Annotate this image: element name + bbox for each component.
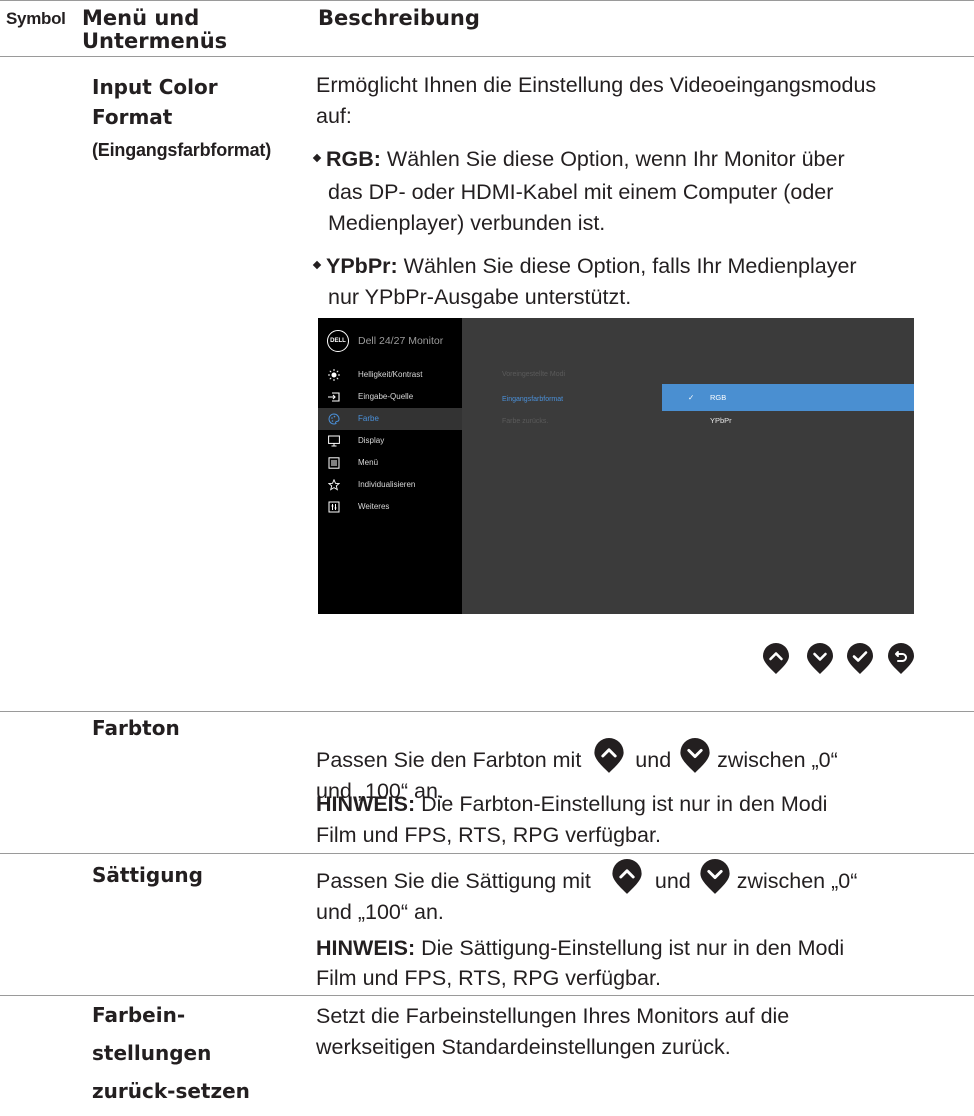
input-color-subtitle: (Eingangsfarbformat) bbox=[92, 140, 272, 160]
up-button-icon bbox=[612, 859, 642, 895]
osd-item-label: Individualisieren bbox=[358, 480, 416, 489]
saturation-title: Sättigung bbox=[92, 863, 203, 887]
display-icon bbox=[328, 435, 340, 447]
osd-item-label: Farbe bbox=[358, 414, 379, 423]
osd-model-name: Dell 24/27 Monitor bbox=[358, 335, 444, 347]
header-description: Beschreibung bbox=[318, 6, 480, 30]
header-menu-line1: Menü und bbox=[82, 6, 200, 30]
input-color-rule bbox=[0, 711, 974, 712]
bullet-icon bbox=[312, 261, 322, 270]
saturation-text-part1: Passen Sie die Sättigung mit bbox=[316, 869, 591, 893]
osd-item-label: Helligkeit/Kontrast bbox=[358, 370, 423, 379]
osd-screenshot: DELL Dell 24/27 Monitor Helligkeit/Kontr… bbox=[318, 318, 914, 614]
input-source-icon bbox=[328, 392, 340, 402]
osd-item-label: Eingabe-Quelle bbox=[358, 392, 414, 401]
hue-text-part3: zwischen „0“ bbox=[717, 748, 838, 772]
rgb-text-line2: das DP- oder HDMI-Kabel mit einem Comput… bbox=[328, 180, 834, 204]
hue-note-text: Die Farbton-Einstellung ist nur in den M… bbox=[415, 792, 828, 816]
rgb-text-line1: Wählen Sie diese Option, wenn Ihr Monito… bbox=[380, 147, 845, 171]
osd-item-brightness[interactable]: Helligkeit/Kontrast bbox=[318, 364, 462, 386]
rgb-text-line3: Medienplayer) verbunden ist. bbox=[328, 211, 606, 235]
osd-sub-input-color-format[interactable]: Eingangsfarbformat bbox=[502, 396, 563, 403]
reset-title-line1: Farbein- bbox=[92, 1003, 186, 1027]
osd-item-color[interactable]: Farbe bbox=[318, 408, 462, 430]
hue-note-line2: Film und FPS, RTS, RPG verfügbar. bbox=[316, 823, 661, 847]
osd-option-label: YPbPr bbox=[710, 416, 732, 425]
reset-title-line2: stellungen bbox=[92, 1041, 212, 1065]
up-button-icon bbox=[594, 738, 624, 774]
bullet-icon bbox=[312, 154, 322, 163]
saturation-text-part3: zwischen „0“ bbox=[736, 869, 858, 893]
osd-option-ypbpr[interactable]: YPbPr bbox=[662, 407, 914, 434]
hue-text-line1: Passen Sie den Farbton mit und zwischen … bbox=[316, 738, 838, 776]
saturation-note-text: Die Sättigung-Einstellung ist nur in den… bbox=[415, 936, 845, 960]
ypbpr-text-line1: Wählen Sie diese Option, falls Ihr Medie… bbox=[397, 254, 857, 278]
reset-desc-line2: werkseitigen Standardeinstellungen zurüc… bbox=[316, 1035, 731, 1059]
rgb-term: RGB: bbox=[326, 147, 381, 171]
hue-rule bbox=[0, 853, 974, 854]
reset-title-line3: zurück-setzen bbox=[92, 1079, 250, 1103]
header-rule bbox=[0, 56, 974, 57]
osd-sub-preset-modes[interactable]: Voreingestellte Modi bbox=[502, 371, 565, 378]
dell-logo: DELL bbox=[327, 330, 349, 352]
ypbpr-term: YPbPr: bbox=[326, 254, 398, 278]
brightness-icon bbox=[328, 369, 340, 381]
input-color-title-line2: Format bbox=[92, 105, 173, 129]
osd-item-menu[interactable]: Menü bbox=[318, 452, 462, 474]
saturation-note-line2: Film und FPS, RTS, RPG verfügbar. bbox=[316, 966, 661, 990]
top-rule bbox=[0, 0, 974, 1]
header-symbol: Symbol bbox=[6, 9, 66, 28]
input-color-intro-line2: auf: bbox=[316, 104, 352, 128]
osd-item-others[interactable]: Weiteres bbox=[318, 496, 462, 518]
star-icon bbox=[328, 479, 340, 491]
input-color-title-line1: Input Color bbox=[92, 75, 218, 99]
osd-item-personalize[interactable]: Individualisieren bbox=[318, 474, 462, 496]
input-color-intro-line1: Ermöglicht Ihnen die Einstellung des Vid… bbox=[316, 73, 877, 97]
osd-item-label: Display bbox=[358, 436, 385, 445]
saturation-rule bbox=[0, 995, 974, 996]
osd-item-display[interactable]: Display bbox=[318, 430, 462, 452]
osd-item-label: Weiteres bbox=[358, 502, 390, 511]
ypbpr-text-line2: nur YPbPr-Ausgabe unterstützt. bbox=[328, 285, 632, 309]
hue-text-part2: und bbox=[635, 748, 672, 772]
check-button-icon bbox=[847, 643, 873, 674]
hue-title: Farbton bbox=[92, 716, 180, 740]
saturation-text-line1: Passen Sie die Sättigung mit und zwische… bbox=[316, 859, 858, 897]
down-button-icon bbox=[807, 643, 833, 674]
back-button-icon bbox=[888, 643, 914, 674]
header-menu-line2: Untermenüs bbox=[82, 29, 228, 53]
saturation-note-term: HINWEIS: bbox=[316, 936, 416, 960]
osd-sidebar: DELL Dell 24/27 Monitor Helligkeit/Kontr… bbox=[318, 318, 462, 614]
hue-text-part1: Passen Sie den Farbton mit bbox=[316, 748, 582, 772]
osd-sub-reset-color[interactable]: Farbe zurücks. bbox=[502, 418, 548, 425]
ypbpr-bullet-line1: YPbPr: Wählen Sie diese Option, falls Ih… bbox=[312, 251, 857, 282]
rgb-bullet-line1: RGB: Wählen Sie diese Option, wenn Ihr M… bbox=[312, 144, 845, 175]
down-button-icon bbox=[680, 738, 710, 774]
reset-desc-line1: Setzt die Farbeinstellungen Ihres Monito… bbox=[316, 1004, 790, 1028]
hue-note-term: HINWEIS: bbox=[316, 792, 416, 816]
others-icon bbox=[328, 501, 340, 513]
osd-item-label: Menü bbox=[358, 458, 379, 467]
color-icon bbox=[328, 413, 340, 425]
saturation-text-part2: und bbox=[654, 869, 691, 893]
osd-item-input-source[interactable]: Eingabe-Quelle bbox=[318, 386, 462, 408]
hue-note-line1: HINWEIS: Die Farbton-Einstellung ist nur… bbox=[316, 789, 827, 820]
up-button-icon bbox=[763, 643, 789, 674]
menu-icon bbox=[328, 457, 340, 469]
down-button-icon bbox=[700, 859, 730, 895]
saturation-text-line2: und „100“ an. bbox=[316, 900, 444, 924]
saturation-note-line1: HINWEIS: Die Sättigung-Einstellung ist n… bbox=[316, 933, 844, 964]
